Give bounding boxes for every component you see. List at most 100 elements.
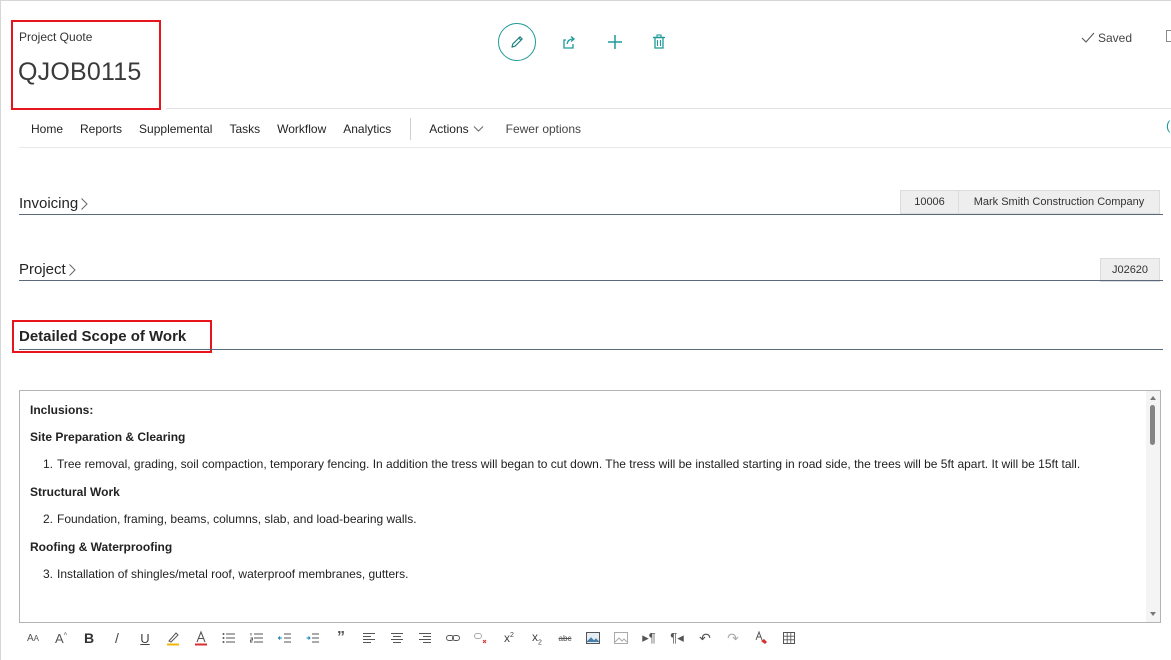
fewer-options-button[interactable]: Fewer options (506, 122, 581, 136)
grow-font-button[interactable]: A^ (47, 626, 75, 650)
saved-status: Saved (1081, 31, 1132, 45)
insert-table-button[interactable] (775, 626, 803, 650)
insert-image-icon (586, 632, 600, 644)
rtl-button[interactable]: ¶◂ (663, 626, 691, 650)
unlink-button[interactable] (467, 626, 495, 650)
decrease-indent-button[interactable] (271, 626, 299, 650)
list-item-number: 2. (43, 512, 54, 526)
align-center-button[interactable] (383, 626, 411, 650)
font-size-icon: AA (26, 632, 39, 644)
delete-button[interactable] (648, 31, 670, 53)
list-item: 2. Foundation, framing, beams, columns, … (30, 511, 1140, 527)
subscript-button[interactable]: x2 (523, 626, 551, 650)
highlight-button[interactable] (159, 626, 187, 650)
fasttab-invoicing[interactable]: Invoicing (19, 195, 89, 212)
italic-icon: / (115, 630, 119, 646)
redo-button[interactable]: ↷ (719, 626, 747, 650)
list-item: 3. Installation of shingles/metal roof, … (30, 566, 1140, 582)
nav-overflow-icon[interactable]: ( (1166, 118, 1170, 133)
scope-rich-text-editor[interactable]: Inclusions: Site Preparation & Clearing … (19, 390, 1161, 623)
grow-font-icon: A^ (55, 630, 67, 646)
invoicing-divider (19, 214, 1163, 215)
share-button[interactable] (558, 31, 580, 53)
quote-icon: ” (337, 629, 345, 646)
numbered-list-icon (250, 633, 263, 643)
list-item-text: Installation of shingles/metal roof, wat… (57, 567, 409, 581)
align-left-button[interactable] (355, 626, 383, 650)
superscript-button[interactable]: x2 (495, 626, 523, 650)
nav-item-analytics[interactable]: Analytics (343, 122, 391, 136)
scrollbar-thumb[interactable] (1150, 405, 1155, 445)
list-item-number: 1. (43, 457, 54, 471)
scroll-up-icon[interactable] (1150, 396, 1156, 400)
numbered-list-button[interactable] (243, 626, 271, 650)
nav-item-reports[interactable]: Reports (80, 122, 122, 136)
superscript-icon: x2 (504, 631, 514, 645)
section-heading: Structural Work (30, 485, 120, 499)
underline-icon: U (140, 630, 150, 646)
highlight-icon (167, 632, 179, 646)
editor-scrollbar[interactable] (1146, 391, 1160, 622)
subscript-icon: x2 (532, 629, 542, 647)
ltr-icon: ▸¶ (642, 630, 656, 645)
project-divider (19, 280, 1163, 281)
image-alt-button[interactable] (607, 626, 635, 650)
align-right-button[interactable] (411, 626, 439, 650)
project-no-chip: J02620 (1100, 258, 1160, 282)
font-color-button[interactable] (187, 626, 215, 650)
nav-divider (19, 147, 1171, 148)
quote-button[interactable]: ” (327, 626, 355, 650)
italic-button[interactable]: / (103, 626, 131, 650)
undo-button[interactable]: ↶ (691, 626, 719, 650)
fasttab-invoicing-label: Invoicing (19, 195, 79, 212)
header-divider (166, 108, 1171, 109)
collapse-pane-icon[interactable] (1166, 30, 1171, 42)
nav-item-tasks[interactable]: Tasks (229, 122, 260, 136)
nav-item-supplemental[interactable]: Supplemental (139, 122, 212, 136)
increase-indent-icon (306, 633, 319, 643)
editor-content[interactable]: Inclusions: Site Preparation & Clearing … (30, 402, 1140, 594)
share-icon (563, 36, 576, 49)
bold-button[interactable]: B (75, 626, 103, 650)
scope-divider (19, 349, 1163, 350)
format-toolbar: AA A^ B / U ” x2 x2 abc ▸¶ ¶◂ ↶ ↷ (19, 626, 803, 650)
font-size-button[interactable]: AA (19, 626, 47, 650)
section-heading: Site Preparation & Clearing (30, 430, 186, 444)
bullet-list-button[interactable] (215, 626, 243, 650)
increase-indent-button[interactable] (299, 626, 327, 650)
scroll-down-icon[interactable] (1150, 612, 1156, 616)
clear-format-icon (755, 631, 767, 644)
list-item-number: 3. (43, 567, 54, 581)
decrease-indent-icon (278, 633, 291, 643)
nav-item-home[interactable]: Home (31, 122, 63, 136)
align-left-icon (363, 633, 375, 643)
list-item-text: Foundation, framing, beams, columns, sla… (57, 512, 417, 526)
clear-format-button[interactable] (747, 626, 775, 650)
table-icon (783, 632, 795, 644)
bold-icon: B (83, 630, 95, 646)
customer-name-chip: Mark Smith Construction Company (958, 190, 1160, 214)
actions-menu[interactable]: Actions (429, 122, 483, 136)
underline-button[interactable]: U (131, 626, 159, 650)
rtl-icon: ¶◂ (670, 630, 684, 645)
undo-icon: ↶ (699, 629, 711, 646)
strikethrough-icon: abc (558, 633, 572, 643)
list-item-text: Tree removal, grading, soil compaction, … (57, 457, 1081, 471)
chevron-right-icon (68, 263, 76, 276)
edit-icon (511, 36, 523, 48)
chevron-down-icon (473, 126, 483, 132)
fasttab-project[interactable]: Project (19, 261, 77, 278)
action-bar: Home Reports Supplemental Tasks Workflow… (31, 118, 581, 140)
new-button[interactable] (604, 31, 626, 53)
link-button[interactable] (439, 626, 467, 650)
customer-no-chip: 10006 (900, 190, 959, 214)
align-right-icon (419, 633, 431, 643)
nav-item-workflow[interactable]: Workflow (277, 122, 326, 136)
edit-button[interactable] (498, 23, 536, 61)
strikethrough-button[interactable]: abc (551, 626, 579, 650)
header-actions (498, 22, 670, 62)
inclusions-heading: Inclusions: (30, 403, 94, 417)
bullet-list-icon (222, 633, 235, 643)
ltr-button[interactable]: ▸¶ (635, 626, 663, 650)
insert-image-button[interactable] (579, 626, 607, 650)
